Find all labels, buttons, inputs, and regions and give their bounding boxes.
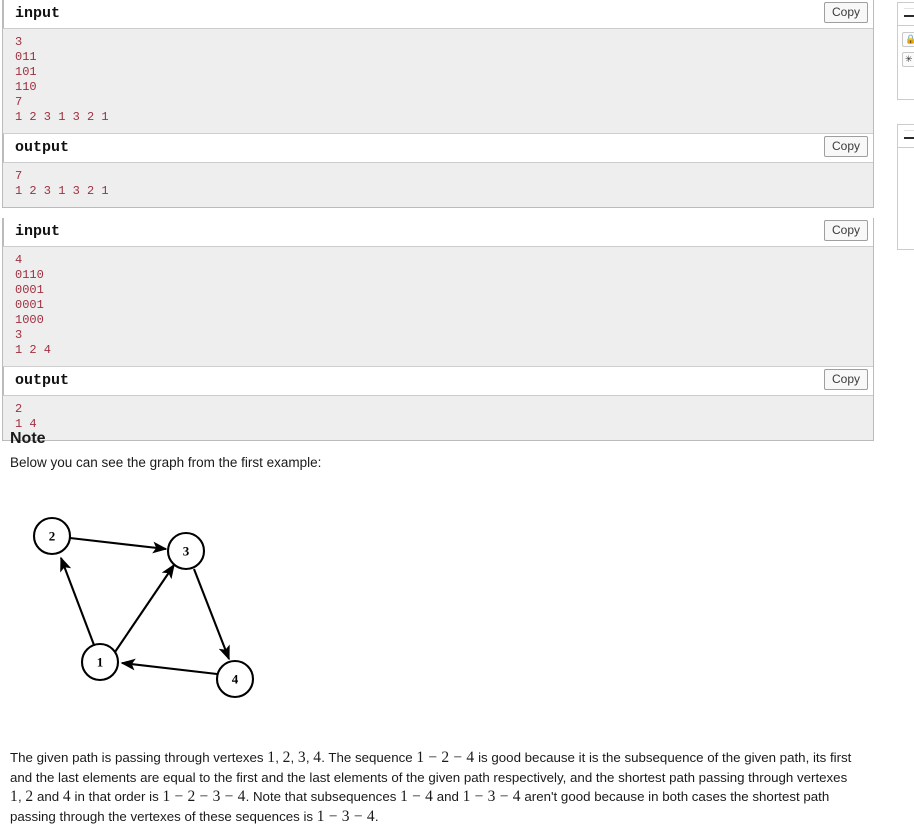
sample-2-output-title: output Copy	[3, 367, 873, 396]
sidebar-box-1-header	[898, 3, 914, 26]
title-left-rule	[3, 218, 4, 246]
header-rule	[904, 15, 914, 17]
sequence-5: 1 − 3 − 4	[316, 807, 375, 825]
input-label: input	[15, 223, 61, 240]
edge-3-to-4	[193, 568, 230, 661]
sample-2-input-content: 4 0110 0001 0001 1000 3 1 2 4	[3, 247, 873, 367]
vertex-3: 3	[297, 749, 306, 766]
note-lead-text: Below you can see the graph from the fir…	[10, 455, 322, 470]
sequence-3: 1 − 4	[400, 788, 434, 805]
note-text-5: in that order is	[70, 789, 163, 804]
lock-icon[interactable]: 🔒	[902, 32, 914, 47]
edge-1-to-2	[60, 556, 95, 646]
directed-graph-svg: 2 3 1 4	[32, 516, 255, 699]
input-label: input	[15, 5, 61, 22]
sidebar-box-2-header	[898, 125, 914, 148]
output-label: output	[15, 139, 70, 156]
sample-1-output-title: output Copy	[3, 134, 873, 163]
title-left-rule	[3, 134, 4, 162]
sep-1: ,	[275, 750, 283, 765]
edge-4-to-1	[120, 658, 218, 676]
header-ghost-line	[904, 8, 914, 9]
graph-node-2-label: 2	[49, 529, 56, 544]
graph-node-4-label: 4	[232, 672, 239, 687]
sidebar-box-1: 🔒 ✳	[897, 2, 914, 100]
sequence-4: 1 − 3 − 4	[462, 788, 521, 805]
lock-icon-glyph: 🔒	[905, 34, 914, 44]
sample-1-input-title: input Copy	[3, 0, 873, 29]
graph-node-3-label: 3	[183, 544, 190, 559]
header-rule	[904, 137, 914, 139]
sample-2-input-title: input Copy	[3, 218, 873, 247]
edge-1-to-3	[114, 563, 175, 653]
sidebar-box-2	[897, 124, 914, 250]
graph-node-1-label: 1	[97, 655, 104, 670]
copy-input-button-1[interactable]: Copy	[823, 2, 868, 23]
note-explanation-paragraph: The given path is passing through vertex…	[10, 748, 862, 826]
vertex-2: 2	[282, 749, 291, 766]
copy-output-button-1[interactable]: Copy	[823, 136, 868, 157]
sample-1-output-content: 7 1 2 3 1 3 2 1	[3, 163, 873, 207]
header-ghost-line	[904, 130, 914, 131]
sample-1-input-content: 3 011 101 110 7 1 2 3 1 3 2 1	[3, 29, 873, 134]
sequence-2: 1 − 2 − 3 − 4	[162, 788, 246, 805]
edge-2-to-3	[69, 536, 168, 554]
sample-test-1: input Copy 3 011 101 110 7 1 2 3 1 3 2 1…	[2, 0, 874, 208]
example-graph-figure: 2 3 1 4	[10, 505, 310, 725]
graph-nodes: 2 3 1 4	[32, 516, 255, 699]
note-text-2: . The sequence	[321, 750, 417, 765]
note-section: Note Below you can see the graph from th…	[10, 430, 870, 472]
star-icon-glyph: ✳	[905, 54, 913, 64]
sample-tests: input Copy 3 011 101 110 7 1 2 3 1 3 2 1…	[2, 0, 874, 451]
star-icon[interactable]: ✳	[902, 52, 914, 67]
sep-2: ,	[290, 750, 298, 765]
note-text-7: and	[433, 789, 463, 804]
note-text-1: The given path is passing through vertex…	[10, 750, 268, 765]
title-left-rule	[3, 367, 4, 395]
sample-test-2: input Copy 4 0110 0001 0001 1000 3 1 2 4…	[2, 218, 874, 441]
note-text-9: .	[374, 808, 379, 824]
copy-output-button-2[interactable]: Copy	[823, 369, 868, 390]
vertex-1: 1	[267, 749, 276, 766]
note-text-4: and	[33, 789, 63, 804]
output-label: output	[15, 372, 70, 389]
sequence-1: 1 − 2 − 4	[416, 749, 475, 766]
vertex-5: 1	[10, 788, 18, 805]
sidebar-box-2-body	[898, 148, 914, 160]
sidebar-box-1-body: 🔒 ✳	[898, 26, 914, 78]
right-sidebar: 🔒 ✳	[884, 0, 914, 828]
title-left-rule	[3, 0, 4, 28]
note-heading: Note	[10, 430, 46, 447]
problem-statement-column: input Copy 3 011 101 110 7 1 2 3 1 3 2 1…	[0, 0, 876, 828]
copy-input-button-2[interactable]: Copy	[823, 220, 868, 241]
vertex-7: 4	[62, 788, 71, 805]
note-text-6: . Note that subsequences	[245, 789, 401, 804]
